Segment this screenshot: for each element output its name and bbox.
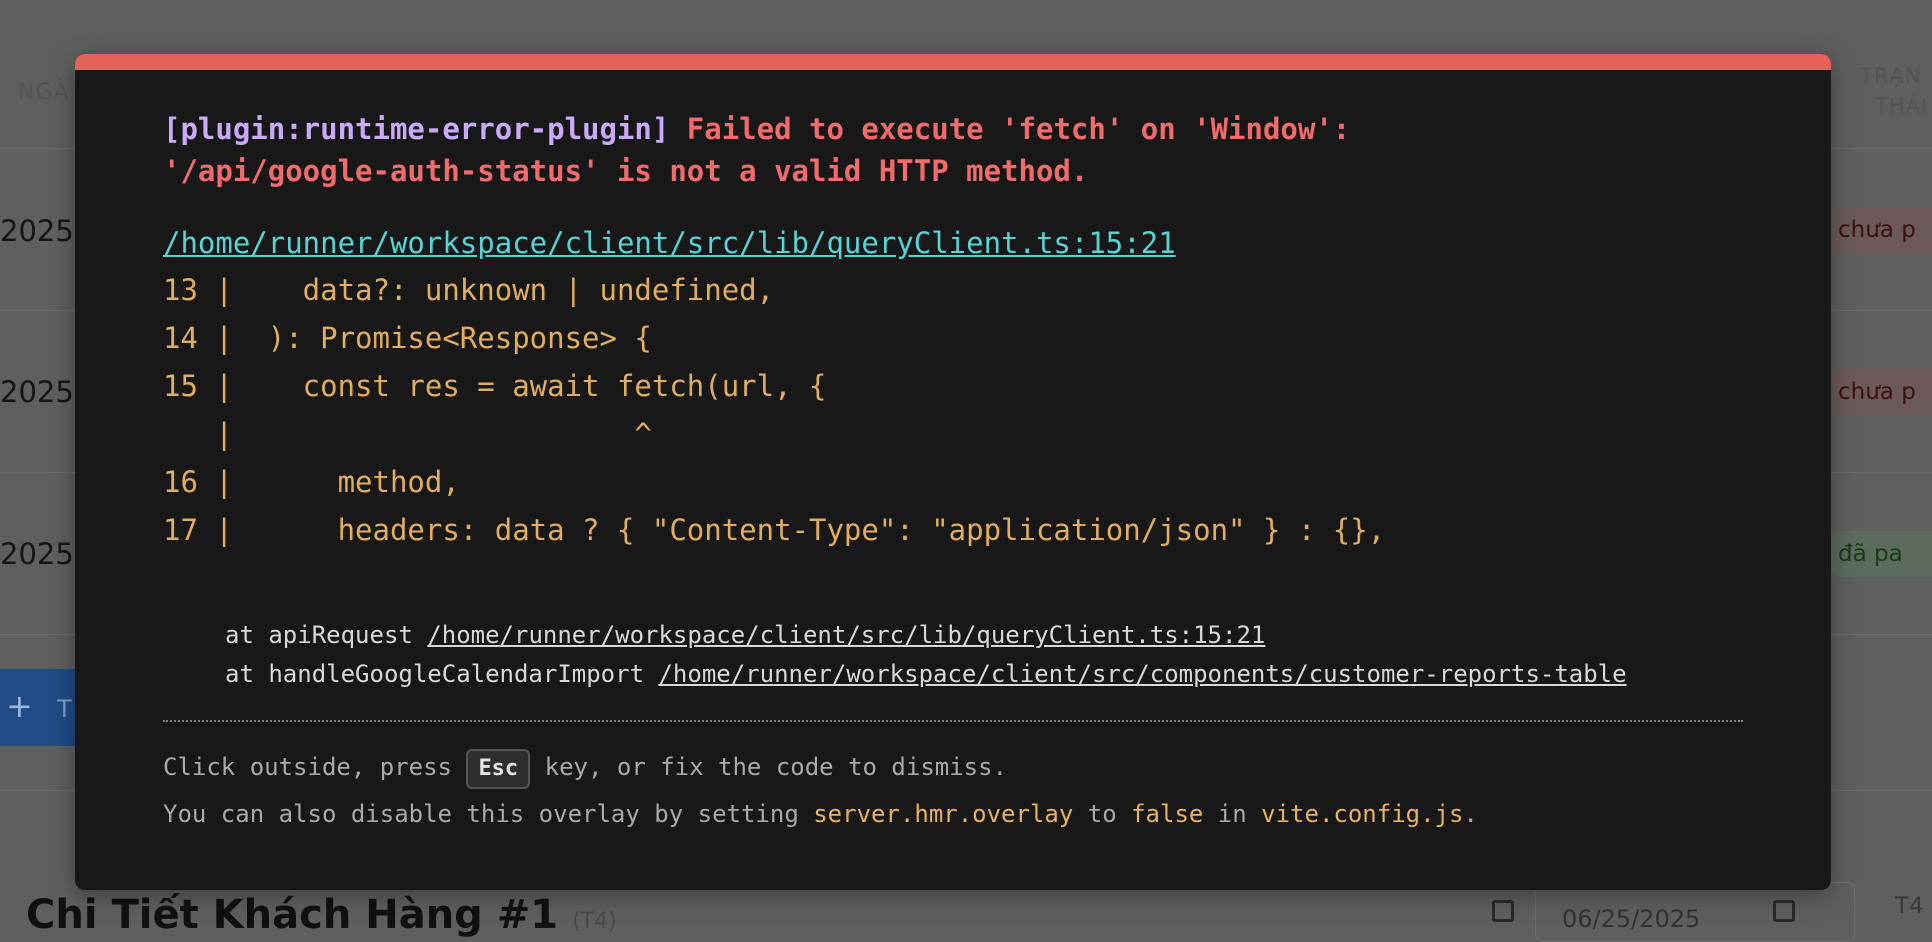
stack-trace-line: at apiRequest /home/runner/workspace/cli… — [225, 616, 1743, 655]
status-badge: chưa p — [1820, 369, 1932, 415]
code-frame-line: 17 | headers: data ? { "Content-Type": "… — [163, 513, 1386, 547]
code-frame-caret-line: | ^ — [163, 417, 652, 451]
config-value-code: false — [1131, 800, 1204, 828]
error-message-line2: '/api/google-auth-status' is not a valid… — [163, 154, 1089, 188]
stack-trace-function: at handleGoogleCalendarImport — [225, 660, 659, 688]
add-report-button[interactable]: + T — [0, 669, 76, 746]
row-date: 2025- — [0, 375, 85, 409]
status-badge: chưa p — [1820, 207, 1932, 253]
code-frame-line: 14 | ): Promise<Response> { — [163, 321, 652, 355]
column-header-status: TRẠN — [1860, 64, 1922, 88]
error-overlay: [plugin:runtime-error-plugin] Failed to … — [75, 54, 1831, 890]
date-input[interactable]: 06/25/2025 — [1535, 882, 1855, 942]
disable-tip-text: . — [1463, 800, 1478, 828]
calendar-picker-icon[interactable] — [1773, 900, 1795, 922]
plus-icon: + — [6, 687, 33, 725]
date-input-value: 06/25/2025 — [1562, 905, 1701, 933]
column-header-status-line2: THÁI — [1875, 94, 1929, 118]
detail-right-fragment: T4 — [1895, 894, 1925, 919]
status-badge: đã pa — [1820, 531, 1932, 577]
error-message-line1: Failed to execute 'fetch' on 'Window': — [686, 112, 1351, 146]
row-date: 2025- — [0, 537, 85, 571]
dismiss-tip: Click outside, press Esc key, or fix the… — [163, 744, 1743, 838]
customer-detail-subtitle: (T4) — [572, 909, 617, 934]
config-file-code: vite.config.js — [1261, 800, 1464, 828]
stack-trace-function: at apiRequest — [225, 621, 428, 649]
code-frame-line: 15 | const res = await fetch(url, { — [163, 369, 827, 403]
error-plugin-name: [plugin:runtime-error-plugin] — [163, 112, 670, 146]
code-frame-line: 16 | method, — [163, 465, 460, 499]
error-content: [plugin:runtime-error-plugin] Failed to … — [163, 108, 1743, 838]
dismiss-tip-text: Click outside, press — [163, 753, 467, 781]
row-date: 2025- — [0, 214, 85, 248]
disable-tip-text: to — [1073, 800, 1132, 828]
divider — [163, 720, 1743, 722]
add-report-label: T — [56, 695, 72, 723]
code-frame: 13 | data?: unknown | undefined, 14 | ):… — [163, 266, 1743, 554]
stack-trace: at apiRequest /home/runner/workspace/cli… — [163, 616, 1743, 694]
customer-detail-title: Chi Tiết Khách Hàng #1 (T4) — [26, 892, 617, 938]
esc-key: Esc — [466, 749, 531, 789]
error-file-link[interactable]: /home/runner/workspace/client/src/lib/qu… — [163, 226, 1176, 260]
code-frame-line: 13 | data?: unknown | undefined, — [163, 273, 775, 307]
config-key-code: server.hmr.overlay — [813, 800, 1074, 828]
column-header-date: NGÀ — [18, 80, 70, 105]
stack-trace-location-link[interactable]: /home/runner/workspace/client/src/lib/qu… — [427, 621, 1265, 649]
dismiss-tip-text-end: key, or fix the code to dismiss. — [530, 753, 1008, 781]
disable-tip-text: in — [1203, 800, 1262, 828]
calendar-icon — [1492, 900, 1514, 922]
customer-detail-title-text: Chi Tiết Khách Hàng #1 — [26, 892, 559, 938]
error-accent-bar — [75, 54, 1831, 70]
stack-trace-line: at handleGoogleCalendarImport /home/runn… — [225, 655, 1743, 694]
stack-trace-location-link[interactable]: /home/runner/workspace/client/src/compon… — [658, 660, 1626, 688]
disable-tip-text: You can also disable this overlay by set… — [163, 800, 814, 828]
error-message: [plugin:runtime-error-plugin] Failed to … — [163, 108, 1743, 192]
